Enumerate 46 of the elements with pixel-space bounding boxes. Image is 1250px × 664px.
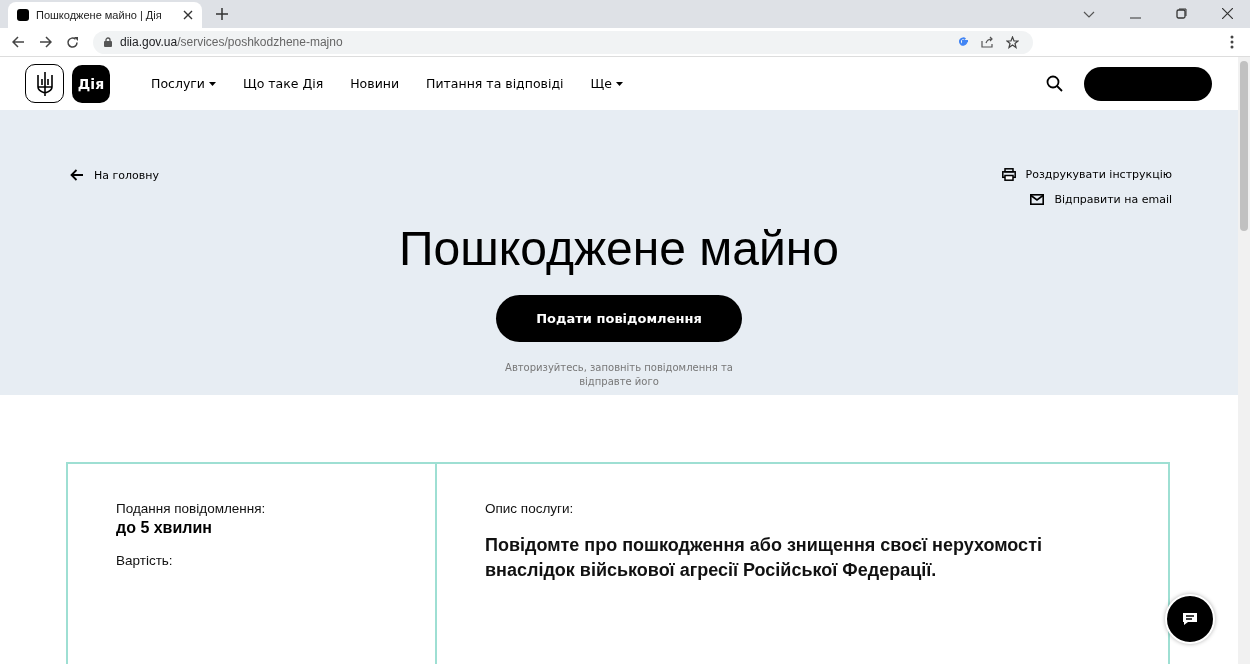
action-link[interactable]: Відправити на email bbox=[1030, 191, 1172, 209]
nav-link[interactable]: Ще bbox=[590, 76, 623, 92]
reload-icon[interactable] bbox=[66, 35, 79, 49]
caret-icon bbox=[615, 81, 623, 86]
page-title: Пошкоджене майно bbox=[399, 221, 839, 278]
account-button[interactable] bbox=[1084, 66, 1212, 101]
address-field[interactable]: diia.gov.ua/services/poshkodzhene-majno bbox=[93, 30, 1033, 54]
tab-title: Пошкоджене майно | Дія bbox=[36, 9, 163, 21]
description-label: Опис послуги: bbox=[485, 501, 575, 516]
share-icon[interactable] bbox=[981, 36, 994, 48]
printer-icon bbox=[1001, 168, 1016, 182]
back-icon[interactable] bbox=[12, 36, 25, 48]
envelope-icon bbox=[1030, 194, 1045, 206]
chat-icon bbox=[1182, 612, 1198, 626]
menu-icon[interactable] bbox=[1230, 35, 1234, 49]
forward-icon[interactable] bbox=[39, 36, 52, 48]
hint-text: Авторизуйтесь, заповніть повідомлення та відправте його bbox=[504, 361, 734, 390]
star-icon[interactable] bbox=[1006, 35, 1019, 49]
action-link[interactable]: Роздрукувати інструкцію bbox=[1001, 166, 1172, 184]
description-text: Повідомте про пошкодження або знищення своєї нерухомості внаслідок військової агресії Російської Федерації. bbox=[485, 534, 1043, 582]
restore-icon[interactable] bbox=[1176, 8, 1187, 19]
search-icon[interactable] bbox=[1046, 75, 1063, 93]
close-tab-icon[interactable] bbox=[183, 10, 193, 20]
caret-icon bbox=[209, 81, 216, 86]
browser-tab[interactable]: Пошкоджене майно | Дія bbox=[8, 2, 202, 28]
url-text: diia.gov.ua/services/poshkodzhene-majno bbox=[120, 35, 343, 49]
fact-label: Вартість: bbox=[116, 553, 174, 568]
nav-link[interactable]: Послуги bbox=[151, 76, 216, 92]
nav-link[interactable]: Питання та відповіді bbox=[426, 76, 564, 92]
trident-logo[interactable] bbox=[25, 64, 64, 104]
new-tab-icon[interactable] bbox=[216, 8, 228, 20]
chevron-down-icon[interactable] bbox=[1083, 11, 1095, 19]
lock-icon bbox=[104, 37, 112, 47]
nav-link[interactable]: Що таке Дія bbox=[243, 76, 324, 92]
google-icon[interactable] bbox=[957, 36, 969, 48]
fact-value: до 5 хвилин bbox=[116, 519, 213, 537]
favicon-icon bbox=[17, 9, 29, 21]
arrow-left-icon bbox=[70, 169, 84, 182]
scrollbar[interactable] bbox=[1238, 57, 1250, 664]
back-link[interactable]: На головну bbox=[66, 167, 159, 184]
diia-logo[interactable]: Дія bbox=[72, 64, 110, 103]
chat-button[interactable] bbox=[1165, 594, 1215, 644]
nav-link[interactable]: Новини bbox=[350, 76, 400, 92]
fact-label: Подання повідомлення: bbox=[116, 501, 267, 516]
close-window-icon[interactable] bbox=[1222, 8, 1233, 19]
submit-button[interactable]: Подати повідомлення bbox=[496, 295, 742, 343]
